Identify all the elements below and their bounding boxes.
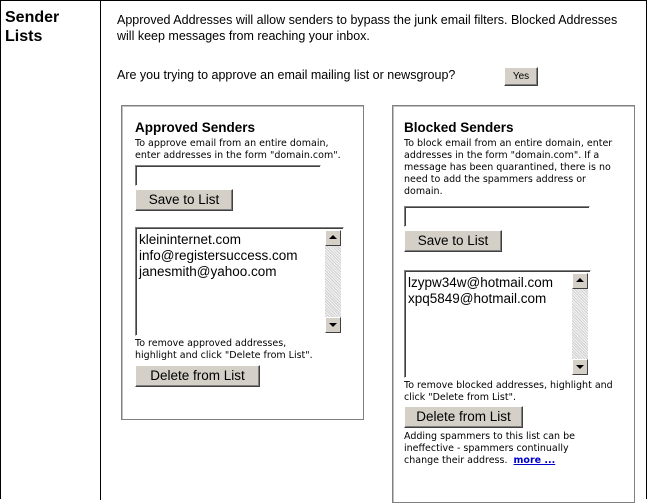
blocked-delete-button[interactable]: Delete from List [404,406,523,428]
blocked-remove-hint: To remove blocked addresses, highlight a… [404,380,613,403]
approved-senders-title: Approved Senders [135,120,256,135]
blocked-warning: Adding spammers to this list can be inef… [404,431,599,467]
list-item[interactable]: kleininternet.com [139,232,298,248]
scroll-down-icon[interactable] [572,359,588,375]
scroll-up-icon[interactable] [325,230,341,246]
approved-senders-list[interactable]: kleininternet.com info@registersuccess.c… [135,227,344,336]
scroll-down-icon[interactable] [325,317,341,333]
scroll-up-icon[interactable] [572,273,588,289]
list-item[interactable]: info@registersuccess.com [139,248,298,264]
blocked-senders-title: Blocked Senders [404,120,514,135]
list-item[interactable]: xpq5849@hotmail.com [408,291,553,307]
more-link[interactable]: more ... [514,455,556,466]
blocked-senders-list[interactable]: lzypw34w@hotmail.com xpq5849@hotmail.com [404,270,591,378]
column-divider [100,0,101,500]
blocked-list-scrollbar[interactable] [572,273,588,375]
approved-save-button[interactable]: Save to List [135,189,233,211]
list-item[interactable]: janesmith@yahoo.com [139,264,298,280]
blocked-address-input[interactable] [404,206,590,227]
blocked-senders-panel: Blocked Senders To block email from an e… [392,105,635,503]
blocked-senders-hint: To block email from an entire domain, en… [404,138,613,197]
approved-remove-hint: To remove approved addresses, highlight … [135,338,313,361]
approved-address-input[interactable] [135,165,321,186]
list-item[interactable]: lzypw34w@hotmail.com [408,275,553,291]
mailing-list-question: Are you trying to approve an email maili… [117,68,456,82]
blocked-save-button[interactable]: Save to List [404,230,502,252]
intro-text: Approved Addresses will allow senders to… [117,13,618,43]
approved-delete-button[interactable]: Delete from List [135,365,260,387]
section-title: Sender Lists [5,9,60,45]
approved-list-scrollbar[interactable] [325,230,341,333]
yes-button[interactable]: Yes [504,67,538,86]
approved-senders-panel: Approved Senders To approve email from a… [121,105,364,420]
approved-senders-hint: To approve email from an entire domain, … [135,138,341,161]
